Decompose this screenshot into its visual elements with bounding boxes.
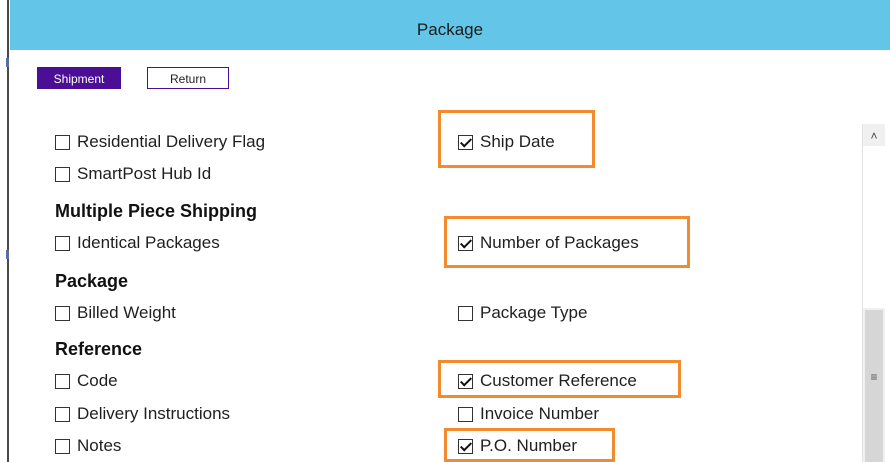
section-heading-reference: Reference (55, 339, 143, 359)
checkbox[interactable] (55, 305, 70, 321)
checkbox[interactable] (55, 134, 70, 150)
option-label: Delivery Instructions (77, 404, 231, 423)
chevron-up-icon[interactable]: ˄ (863, 124, 885, 146)
option-label: Invoice Number (480, 404, 600, 423)
option-label: Billed Weight (77, 303, 176, 322)
option-label: Notes (77, 436, 122, 455)
checkbox[interactable] (458, 305, 473, 321)
window-title: Package (416, 20, 484, 39)
checkbox[interactable] (55, 373, 70, 389)
option-delivery-instructions[interactable]: Delivery Instructions (55, 403, 230, 425)
scroll-thumb[interactable]: ≡ (865, 310, 883, 462)
scroll-track[interactable] (863, 146, 885, 308)
option-label: Residential Delivery Flag (77, 132, 266, 151)
option-billed-weight[interactable]: Billed Weight (55, 302, 176, 324)
shipment-tab-button[interactable]: Shipment (37, 67, 121, 89)
section-heading-multiple-piece-shipping: Multiple Piece Shipping (55, 201, 258, 221)
option-label: SmartPost Hub Id (77, 164, 212, 183)
grip-icon: ≡ (870, 370, 878, 384)
highlight-number-of-packages (444, 216, 690, 268)
highlight-customer-reference (438, 360, 681, 398)
checkbox[interactable] (458, 406, 473, 422)
title-bar: Package (10, 0, 890, 50)
option-label: Identical Packages (77, 233, 220, 252)
checkbox[interactable] (55, 235, 70, 251)
option-invoice-number[interactable]: Invoice Number (458, 403, 599, 425)
option-residential-delivery-flag[interactable]: Residential Delivery Flag (55, 131, 265, 153)
option-identical-packages[interactable]: Identical Packages (55, 232, 220, 254)
window-left-edge (0, 0, 10, 462)
highlight-po-number (444, 428, 615, 462)
checkbox[interactable] (55, 406, 70, 422)
option-smartpost-hub-id[interactable]: SmartPost Hub Id (55, 163, 211, 185)
option-notes[interactable]: Notes (55, 435, 121, 457)
return-tab-button[interactable]: Return (147, 67, 229, 89)
section-heading-package: Package (55, 271, 129, 291)
option-package-type[interactable]: Package Type (458, 302, 587, 324)
checkbox[interactable] (55, 166, 70, 182)
checkbox[interactable] (55, 438, 70, 454)
highlight-ship-date (438, 110, 595, 168)
option-label: Code (77, 371, 118, 390)
option-label: Package Type (480, 303, 588, 322)
option-code[interactable]: Code (55, 370, 118, 392)
options-panel: Shipment Return Residential Delivery Fla… (10, 50, 890, 462)
vertical-scrollbar[interactable]: ˄ ≡ (862, 124, 885, 462)
